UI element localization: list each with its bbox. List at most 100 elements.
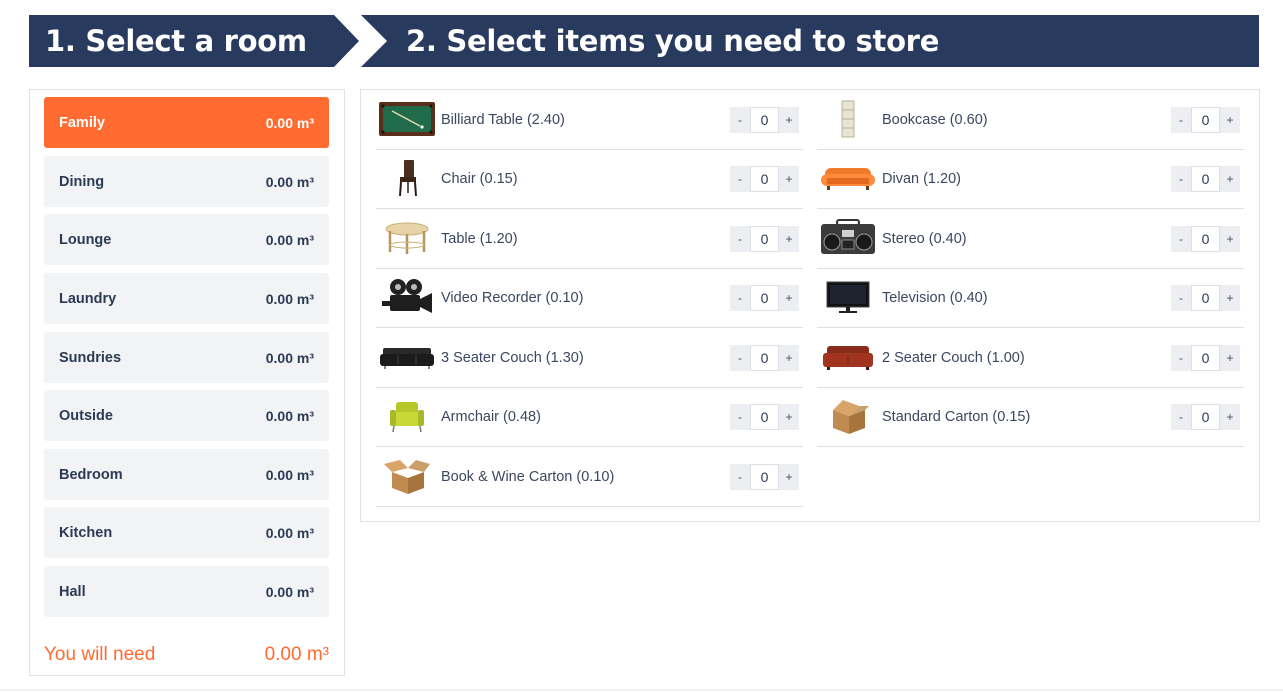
quantity-stepper: - +	[1171, 166, 1242, 192]
table-icon	[378, 217, 436, 259]
item-label: 3 Seater Couch (1.30)	[441, 350, 584, 366]
quantity-input[interactable]	[1191, 345, 1220, 371]
step-2-title: 2. Select items you need to store	[406, 24, 940, 58]
decrement-button[interactable]: -	[730, 107, 750, 133]
step-1-banner: 1. Select a room	[29, 15, 359, 67]
carton-icon	[378, 455, 436, 497]
room-label: Laundry	[59, 290, 117, 307]
item-label: Stereo (0.40)	[882, 231, 967, 247]
room-sundries-button[interactable]: Sundries 0.00 m³	[44, 332, 329, 383]
quantity-stepper: - +	[1171, 404, 1242, 430]
stereo-icon	[819, 217, 877, 259]
room-laundry-button[interactable]: Laundry 0.00 m³	[44, 273, 329, 324]
room-label: Outside	[59, 407, 113, 424]
room-hall-button[interactable]: Hall 0.00 m³	[44, 566, 329, 617]
increment-button[interactable]: +	[1220, 404, 1240, 430]
item-label: Television (0.40)	[882, 290, 988, 306]
decrement-button[interactable]: -	[1171, 107, 1191, 133]
quantity-stepper: - +	[730, 285, 801, 311]
quantity-input[interactable]	[1191, 107, 1220, 133]
quantity-input[interactable]	[1191, 285, 1220, 311]
increment-button[interactable]: +	[1220, 226, 1240, 252]
room-volume: 0.00 m³	[265, 466, 314, 483]
item-label: Standard Carton (0.15)	[882, 409, 1031, 425]
decrement-button[interactable]: -	[1171, 226, 1191, 252]
decrement-button[interactable]: -	[730, 226, 750, 252]
increment-button[interactable]: +	[779, 404, 799, 430]
decrement-button[interactable]: -	[730, 285, 750, 311]
room-volume: 0.00 m³	[265, 583, 314, 600]
item-row: Bookcase (0.60) - +	[817, 91, 1244, 150]
room-volume: 0.00 m³	[265, 524, 314, 541]
quantity-input[interactable]	[1191, 166, 1220, 192]
increment-button[interactable]: +	[1220, 285, 1240, 311]
decrement-button[interactable]: -	[730, 404, 750, 430]
decrement-button[interactable]: -	[1171, 404, 1191, 430]
quantity-stepper: - +	[730, 226, 801, 252]
decrement-button[interactable]: -	[1171, 345, 1191, 371]
quantity-stepper: - +	[730, 166, 801, 192]
room-label: Hall	[59, 583, 86, 600]
item-label: Divan (1.20)	[882, 171, 961, 187]
increment-button[interactable]: +	[779, 166, 799, 192]
item-row: Video Recorder (0.10) - +	[376, 269, 803, 328]
room-kitchen-button[interactable]: Kitchen 0.00 m³	[44, 507, 329, 558]
room-label: Sundries	[59, 349, 122, 366]
quantity-input[interactable]	[750, 226, 779, 252]
carton-icon	[819, 395, 877, 437]
increment-button[interactable]: +	[1220, 345, 1240, 371]
decrement-button[interactable]: -	[730, 166, 750, 192]
quantity-stepper: - +	[730, 107, 801, 133]
room-volume: 0.00 m³	[265, 173, 314, 190]
total-volume-label: You will need	[44, 644, 156, 665]
divan-icon	[819, 157, 877, 199]
increment-button[interactable]: +	[779, 107, 799, 133]
quantity-input[interactable]	[750, 285, 779, 311]
decrement-button[interactable]: -	[1171, 285, 1191, 311]
decrement-button[interactable]: -	[1171, 166, 1191, 192]
item-row: Table (1.20) - +	[376, 210, 803, 269]
item-row: 3 Seater Couch (1.30) - +	[376, 329, 803, 388]
room-bedroom-button[interactable]: Bedroom 0.00 m³	[44, 449, 329, 500]
room-volume: 0.00 m³	[265, 407, 314, 424]
room-volume: 0.00 m³	[265, 349, 314, 366]
quantity-input[interactable]	[750, 345, 779, 371]
room-label: Lounge	[59, 231, 112, 248]
quantity-input[interactable]	[750, 166, 779, 192]
quantity-stepper: - +	[730, 464, 801, 490]
quantity-input[interactable]	[750, 107, 779, 133]
footer-divider	[0, 689, 1283, 691]
decrement-button[interactable]: -	[730, 345, 750, 371]
item-row: Divan (1.20) - +	[817, 150, 1244, 209]
item-row: Television (0.40) - +	[817, 269, 1244, 328]
increment-button[interactable]: +	[1220, 107, 1240, 133]
quantity-stepper: - +	[1171, 345, 1242, 371]
step-2-banner: 2. Select items you need to store	[361, 15, 1259, 67]
increment-button[interactable]: +	[779, 285, 799, 311]
increment-button[interactable]: +	[779, 464, 799, 490]
room-outside-button[interactable]: Outside 0.00 m³	[44, 390, 329, 441]
item-label: Armchair (0.48)	[441, 409, 541, 425]
increment-button[interactable]: +	[1220, 166, 1240, 192]
room-dining-button[interactable]: Dining 0.00 m³	[44, 156, 329, 207]
three-seater-couch-icon	[378, 336, 436, 378]
quantity-input[interactable]	[1191, 404, 1220, 430]
quantity-input[interactable]	[750, 464, 779, 490]
quantity-input[interactable]	[1191, 226, 1220, 252]
increment-button[interactable]: +	[779, 226, 799, 252]
room-lounge-button[interactable]: Lounge 0.00 m³	[44, 214, 329, 265]
decrement-button[interactable]: -	[730, 464, 750, 490]
item-label: Book & Wine Carton (0.10)	[441, 469, 615, 485]
item-label: Bookcase (0.60)	[882, 112, 988, 128]
item-row: Armchair (0.48) - +	[376, 388, 803, 447]
quantity-stepper: - +	[1171, 107, 1242, 133]
quantity-input[interactable]	[750, 404, 779, 430]
television-icon	[819, 276, 877, 318]
item-label: 2 Seater Couch (1.00)	[882, 350, 1025, 366]
increment-button[interactable]: +	[779, 345, 799, 371]
quantity-stepper: - +	[1171, 285, 1242, 311]
video-camera-icon	[378, 276, 436, 318]
room-family-button[interactable]: Family 0.00 m³	[44, 97, 329, 148]
quantity-stepper: - +	[730, 345, 801, 371]
item-row: Standard Carton (0.15) - +	[817, 388, 1244, 447]
